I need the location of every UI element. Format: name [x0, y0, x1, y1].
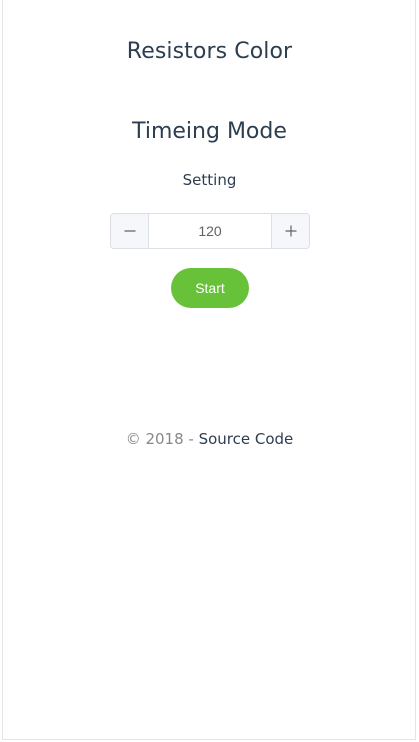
- source-code-link[interactable]: Source Code: [199, 430, 294, 448]
- copyright-text: © 2018 -: [125, 430, 199, 448]
- mode-title: Timeing Mode: [132, 119, 287, 144]
- minus-icon: [124, 230, 135, 232]
- decrement-button[interactable]: [111, 214, 149, 248]
- increment-button[interactable]: [271, 214, 309, 248]
- setting-label: Setting: [182, 171, 237, 189]
- footer: © 2018 - Source Code: [0, 430, 419, 448]
- start-button[interactable]: Start: [171, 268, 249, 308]
- stepper-input[interactable]: [149, 214, 271, 248]
- app-title: Resistors Color: [126, 39, 293, 64]
- app-frame: [2, 0, 416, 740]
- plus-icon: [285, 225, 296, 237]
- quantity-stepper: [110, 213, 310, 249]
